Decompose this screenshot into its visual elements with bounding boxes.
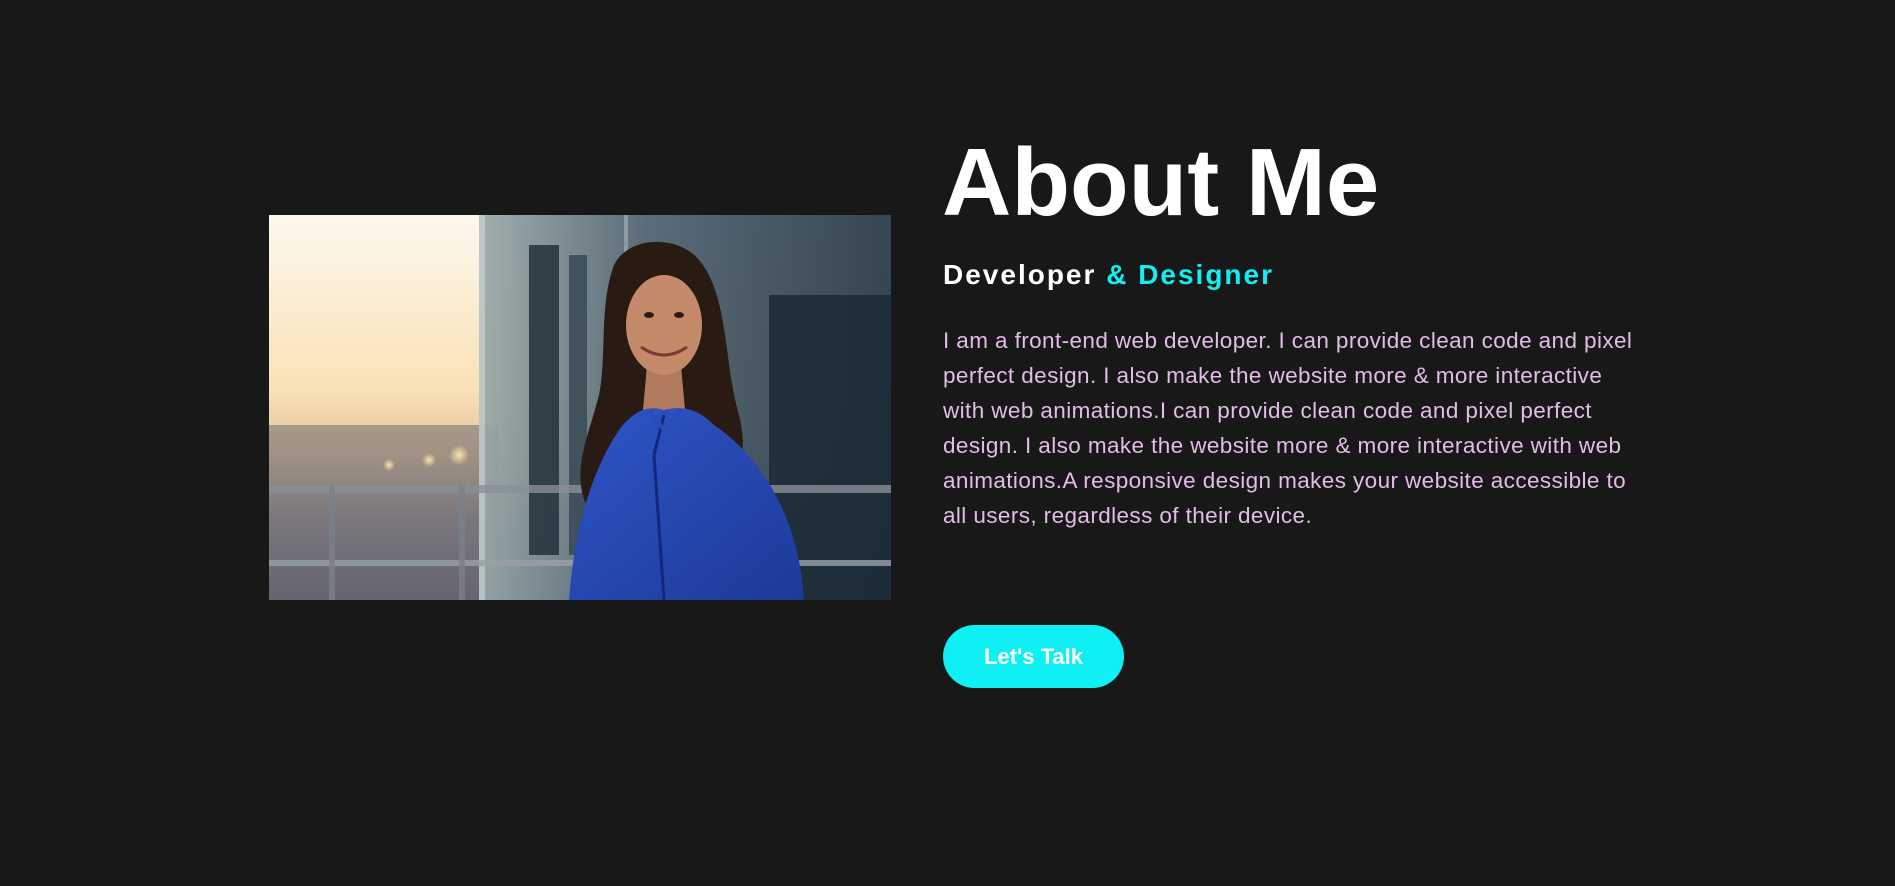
profile-photo: [269, 215, 891, 600]
subtitle-primary: Developer: [943, 259, 1097, 290]
about-description: I am a front-end web developer. I can pr…: [943, 328, 1633, 528]
about-section: About Me Developer & Designer I am a fro…: [0, 0, 1895, 886]
subtitle: Developer & Designer: [943, 257, 1274, 293]
page-title: About Me: [942, 129, 1380, 236]
subtitle-accent: & Designer: [1106, 259, 1275, 290]
lets-talk-button[interactable]: Let's Talk: [943, 625, 1124, 688]
